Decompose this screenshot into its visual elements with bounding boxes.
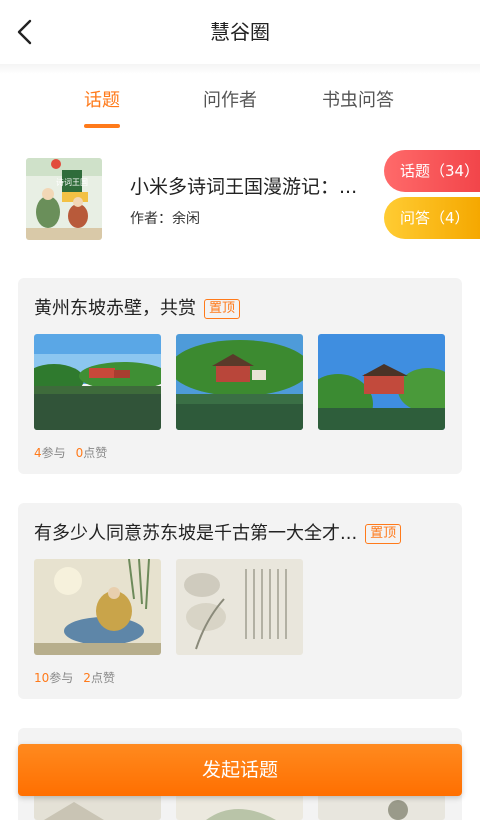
topic-card-title: 黄州东坡赤壁，共赏 置顶 (34, 294, 241, 320)
tab-bar: 话题 问作者 书虫问答 (0, 78, 480, 130)
book-cover-title: 诗词王国 (56, 177, 88, 187)
likes-label: 点赞 (90, 671, 115, 685)
topic-title-text: 有多少人同意苏东坡是千古第一大全才... (34, 523, 358, 544)
book-title: 小米多诗词王国漫游记：... (130, 176, 358, 198)
topic-image[interactable] (34, 794, 161, 820)
topic-image[interactable] (34, 334, 161, 430)
topic-image[interactable] (34, 559, 161, 655)
pinned-badge: 置顶 (204, 299, 241, 319)
likes-label: 点赞 (83, 446, 108, 460)
topic-card-title: 有多少人同意苏东坡是千古第一大全才... 置顶 (34, 519, 402, 545)
participants-count: 4 (34, 446, 42, 460)
topic-card[interactable]: 黄州东坡赤壁，共赏 置顶 4参与 0点赞 (18, 278, 462, 474)
topic-stats: 4参与 0点赞 (34, 444, 107, 461)
topic-image[interactable] (176, 559, 303, 655)
active-tab-indicator (84, 124, 120, 128)
pinned-badge: 置顶 (365, 524, 402, 544)
start-topic-button[interactable]: 发起话题 (18, 744, 462, 796)
topic-image[interactable] (318, 794, 445, 820)
page-title: 慧谷圈 (210, 20, 270, 44)
tab-reader-qa[interactable]: 书虫问答 (303, 86, 413, 112)
qa-count-button[interactable]: 问答（4） (384, 197, 480, 239)
topic-image[interactable] (318, 334, 445, 430)
topic-card[interactable]: 有多少人同意苏东坡是千古第一大全才... 置顶 10参与 2点赞 (18, 503, 462, 699)
likes-count: 2 (83, 671, 91, 685)
header-divider (0, 64, 480, 74)
topic-image[interactable] (176, 794, 303, 820)
tab-ask-author[interactable]: 问作者 (175, 86, 285, 112)
topics-count-button[interactable]: 话题（34） (384, 150, 480, 192)
book-author: 作者：余闲 (130, 211, 200, 227)
top-bar: 慧谷圈 (0, 0, 480, 64)
tab-topics[interactable]: 话题 (47, 86, 157, 112)
topic-image[interactable] (176, 334, 303, 430)
participants-count: 10 (34, 671, 50, 685)
topic-stats: 10参与 2点赞 (34, 669, 115, 686)
topic-title-text: 黄州东坡赤壁，共赏 (34, 298, 196, 319)
participants-label: 参与 (41, 446, 66, 460)
participants-label: 参与 (49, 671, 74, 685)
book-cover-image: 诗词王国 (26, 158, 102, 240)
